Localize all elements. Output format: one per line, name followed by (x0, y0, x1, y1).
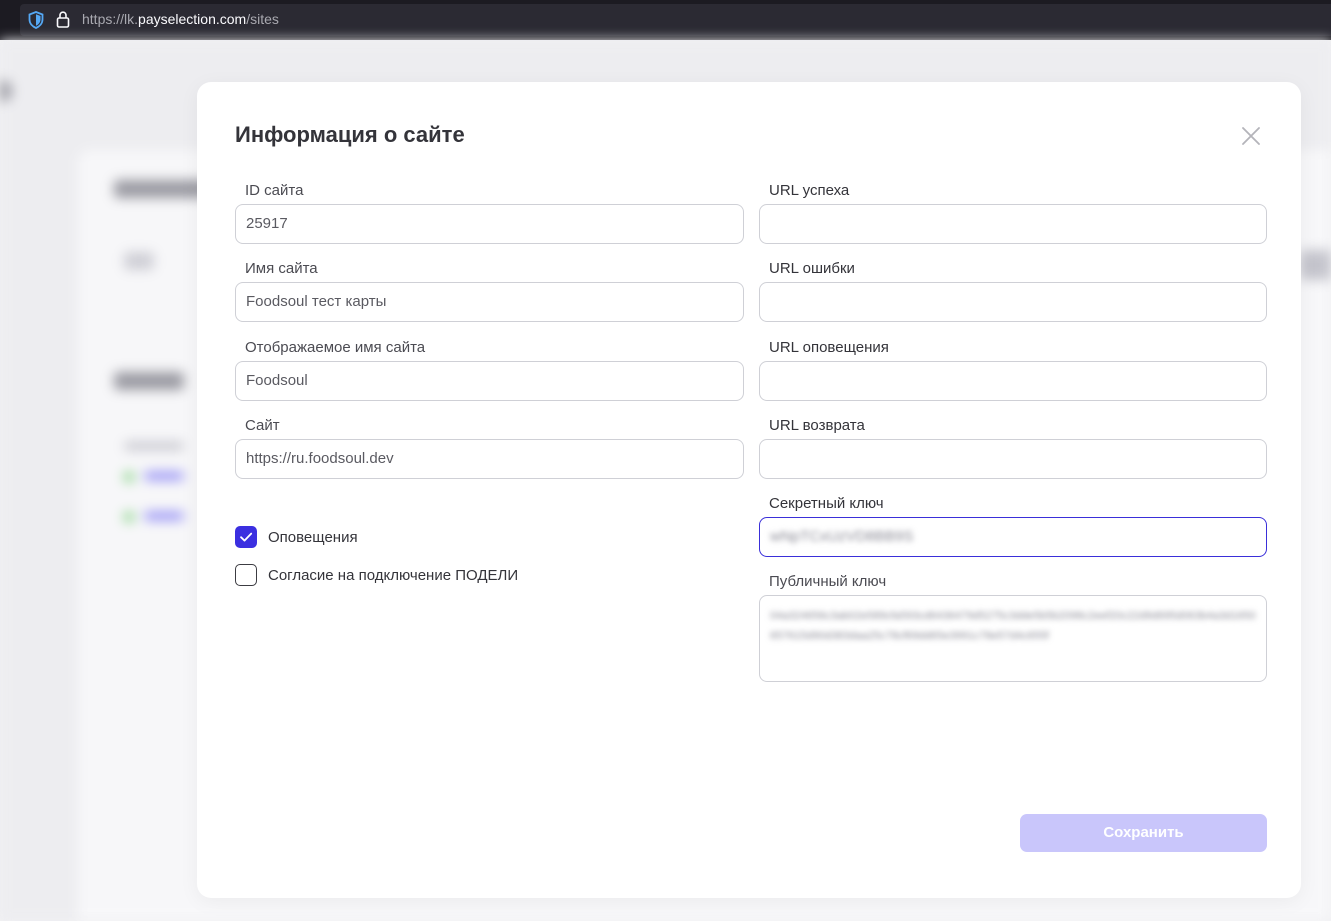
return-url-label: URL возврата (769, 417, 865, 434)
display-name-label: Отображаемое имя сайта (245, 339, 426, 356)
save-button[interactable]: Сохранить (1020, 814, 1267, 852)
checkmark-icon (240, 532, 253, 542)
notification-url-label: URL оповещения (769, 339, 889, 356)
public-key-value: 04a324656c3ab02e589cfa593cd6436479d5275c… (770, 610, 1256, 642)
close-icon[interactable] (1239, 124, 1263, 148)
success-url-label: URL успеха (769, 182, 850, 199)
secret-key-field[interactable]: wNpTCxUzVD8BB9S (759, 517, 1267, 557)
podeli-consent-checkbox[interactable] (235, 564, 257, 586)
url-prefix: https://lk. (82, 11, 139, 27)
site-name-label: Имя сайта (245, 260, 318, 277)
shield-icon[interactable] (28, 11, 44, 29)
secret-key-label: Секретный ключ (769, 495, 884, 512)
notification-url-field[interactable] (759, 361, 1267, 401)
modal-title: Информация о сайте (235, 122, 465, 147)
notifications-checkbox[interactable] (235, 526, 257, 548)
return-url-field[interactable] (759, 439, 1267, 479)
site-url-label: Сайт (245, 417, 280, 434)
podeli-consent-label: Согласие на подключение ПОДЕЛИ (268, 567, 519, 584)
public-key-field[interactable]: 04a324656c3ab02e589cfa593cd6436479d5275c… (759, 595, 1267, 682)
site-id-label: ID сайта (245, 182, 304, 199)
browser-toolbar: https://lk.payselection.com/sites (0, 0, 1331, 40)
error-url-field[interactable] (759, 282, 1267, 322)
error-url-label: URL ошибки (769, 260, 855, 277)
site-info-modal: Информация о сайте ID сайта 25917 Имя са… (197, 82, 1301, 898)
url-text[interactable]: https://lk.payselection.com/sites (82, 11, 279, 27)
url-path: /sites (246, 11, 279, 27)
site-id-field[interactable]: 25917 (235, 204, 744, 244)
site-url-field[interactable]: https://ru.foodsoul.dev (235, 439, 744, 479)
notifications-label: Оповещения (268, 529, 358, 546)
url-domain: payselection.com (138, 11, 247, 27)
site-name-field[interactable]: Foodsoul тест карты (235, 282, 744, 322)
public-key-label: Публичный ключ (769, 573, 887, 590)
lock-icon[interactable] (56, 11, 70, 28)
success-url-field[interactable] (759, 204, 1267, 244)
secret-key-value: wNpTCxUzVD8BB9S (770, 528, 914, 545)
display-name-field[interactable]: Foodsoul (235, 361, 744, 401)
